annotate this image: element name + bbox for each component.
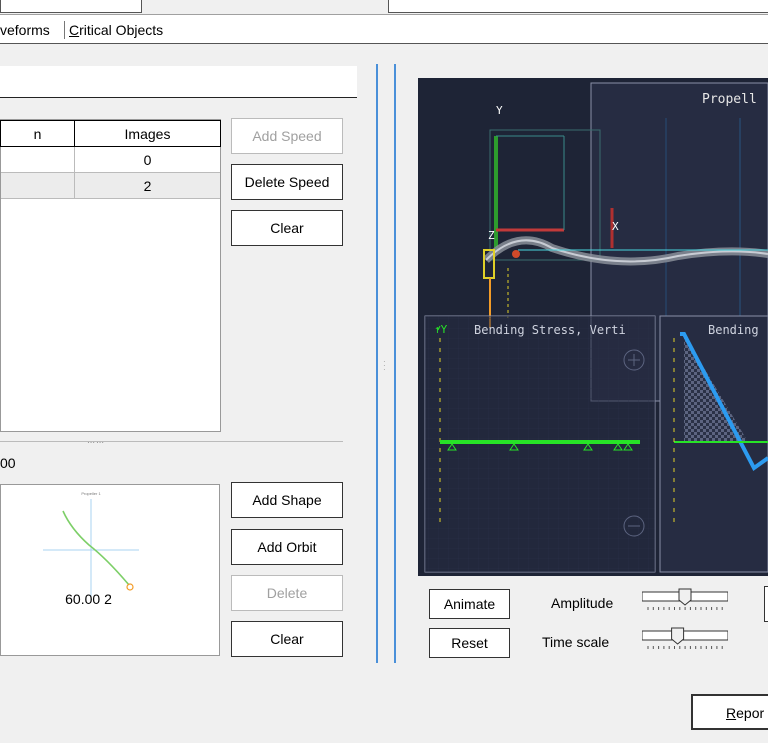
- selection-field[interactable]: [0, 66, 357, 98]
- clear-shapes-button[interactable]: Clear: [231, 621, 343, 657]
- thumbnail-caption: 60.00 2: [65, 591, 112, 607]
- tab-waveforms[interactable]: veforms: [0, 22, 50, 38]
- top-right-field[interactable]: [388, 0, 768, 13]
- table-cell-images: 0: [143, 152, 152, 168]
- delete-speed-button[interactable]: Delete Speed: [231, 164, 343, 200]
- shape-list[interactable]: Propeller 1 60.00 2: [0, 484, 220, 656]
- horizontal-splitter[interactable]: [0, 441, 343, 442]
- tab-separator: [64, 21, 65, 39]
- reset-button[interactable]: Reset: [429, 628, 510, 658]
- time-scale-slider[interactable]: [642, 627, 728, 651]
- delete-shape-button[interactable]: Delete: [231, 575, 343, 611]
- animate-button[interactable]: Animate: [429, 589, 510, 619]
- clear-speeds-button[interactable]: Clear: [231, 210, 343, 246]
- splitter-grip-icon[interactable]: ⋯⋯: [87, 438, 105, 447]
- vertical-splitter-right[interactable]: [394, 64, 396, 663]
- table-cell-images: 2: [143, 178, 152, 194]
- axis-x-label: X: [612, 220, 619, 233]
- add-speed-button[interactable]: Add Speed: [231, 118, 343, 154]
- panel1-y-axis-label: ↑Y: [434, 323, 448, 336]
- thumbnail-title: Propeller 1: [81, 491, 101, 496]
- time-scale-label: Time scale: [542, 634, 610, 650]
- speed-table[interactable]: n Images 0 2: [0, 119, 221, 432]
- viewport-title: Propell: [702, 92, 757, 107]
- model-viewport[interactable]: Propell Y X Z ↑Y Bending Stress, Verti B…: [418, 78, 768, 576]
- column-header-speed[interactable]: n: [0, 120, 75, 147]
- axis-z-label: Z: [488, 229, 495, 242]
- orbit-speed-label: 00: [0, 455, 16, 471]
- panel1-title: Bending Stress, Verti: [474, 323, 626, 337]
- tab-strip: veforms Critical Objects: [0, 15, 768, 44]
- options-panel-edge[interactable]: [764, 586, 768, 622]
- splitter-grip-icon[interactable]: · · ·: [383, 358, 386, 374]
- table-row[interactable]: 0: [1, 147, 220, 173]
- tab-critical-objects[interactable]: Critical Objects: [69, 22, 163, 38]
- add-orbit-button[interactable]: Add Orbit: [231, 529, 343, 565]
- top-toolbar: [0, 0, 768, 15]
- column-header-images[interactable]: Images: [74, 120, 221, 147]
- orbit-thumbnail[interactable]: [31, 497, 151, 602]
- table-row[interactable]: 2: [1, 173, 220, 199]
- panel2-title: Bending: [708, 323, 759, 337]
- add-shape-button[interactable]: Add Shape: [231, 482, 343, 518]
- top-left-field[interactable]: [0, 0, 142, 13]
- amplitude-slider[interactable]: [642, 588, 728, 612]
- axis-y-label: Y: [496, 104, 503, 117]
- vertical-splitter-left[interactable]: [376, 64, 378, 663]
- amplitude-label: Amplitude: [551, 595, 614, 611]
- report-button[interactable]: Repor: [691, 694, 768, 730]
